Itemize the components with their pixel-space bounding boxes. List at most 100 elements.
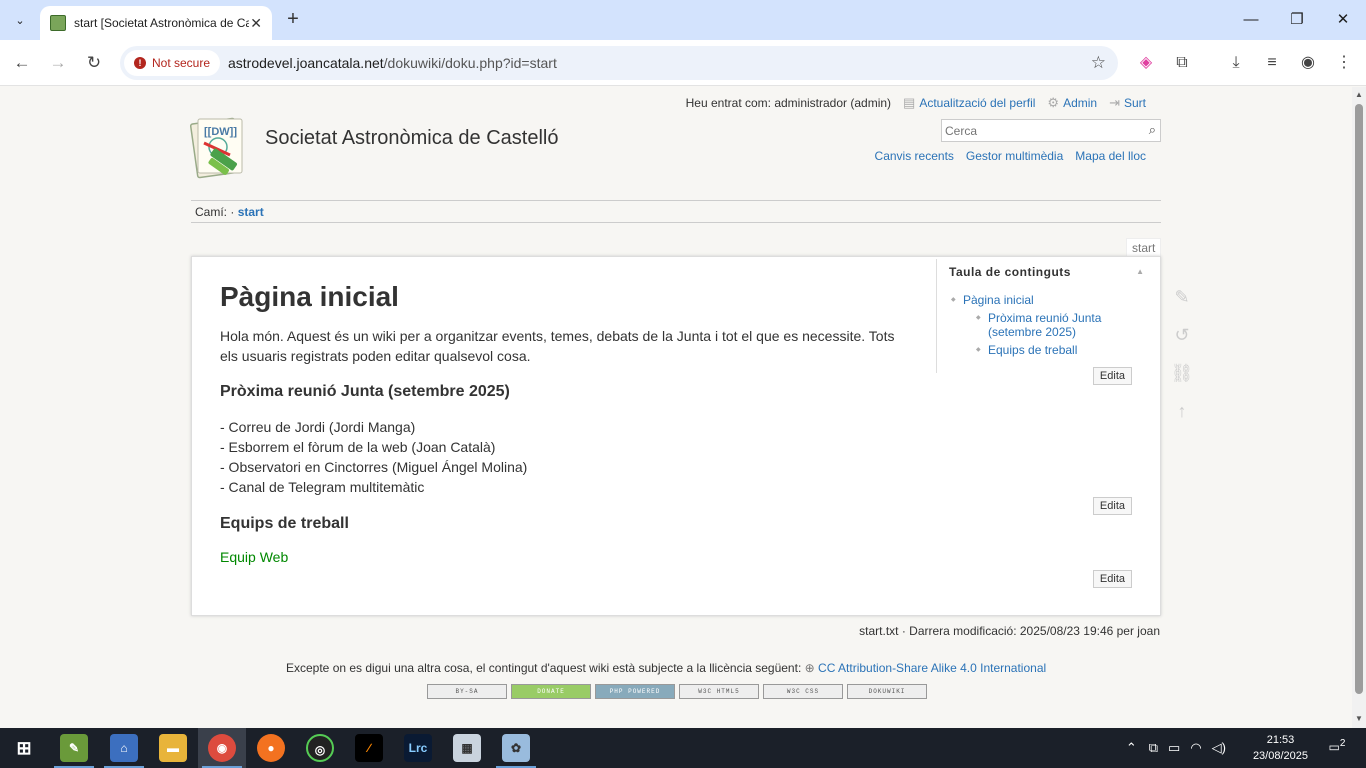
- search-box: ⌕: [941, 119, 1161, 142]
- back-to-top-icon[interactable]: ↑: [1170, 401, 1194, 425]
- footer-badges: BY-SA DONATE PHP POWERED W3C HTML5 W3C C…: [427, 684, 927, 699]
- intro-paragraph: Hola món. Aquest és un wiki per a organi…: [220, 328, 895, 364]
- paint-icon[interactable]: ✿: [502, 734, 530, 762]
- forward-button[interactable]: →: [46, 51, 70, 75]
- sitemap-link[interactable]: Mapa del lloc: [1075, 149, 1146, 163]
- page-viewport: Heu entrat com: administrador (admin) ▤ A…: [0, 87, 1352, 728]
- image-viewer-icon[interactable]: ▦: [453, 734, 481, 762]
- scroll-up-icon[interactable]: ▲: [1355, 90, 1363, 99]
- menu-kebab-icon[interactable]: ⋮: [1332, 51, 1356, 75]
- page-tools: ✎ ↺ ⛓ ↑: [1170, 287, 1194, 439]
- scroll-down-icon[interactable]: ▼: [1355, 714, 1363, 723]
- not-secure-chip[interactable]: ! Not secure: [124, 50, 221, 76]
- php-badge[interactable]: PHP POWERED: [595, 684, 675, 699]
- chrome-icon[interactable]: ◉: [208, 734, 236, 762]
- toc-item[interactable]: Pròxima reunió Junta (setembre 2025): [976, 311, 1116, 339]
- notification-center-icon[interactable]: ▭2: [1326, 738, 1348, 758]
- breadcrumb-current-link[interactable]: start: [238, 205, 264, 219]
- site-tools: Canvis recents Gestor multimèdia Mapa de…: [875, 149, 1146, 163]
- history-icon[interactable]: ↺: [1170, 325, 1194, 349]
- list-item: - Correu de Jordi (Jordi Manga): [220, 419, 416, 435]
- url-text[interactable]: astrodevel.joancatala.net/dokuwiki/doku.…: [228, 55, 557, 71]
- system-clock[interactable]: 21:53 23/08/2025: [1253, 732, 1308, 764]
- firefox-icon[interactable]: ●: [257, 734, 285, 762]
- close-window-button[interactable]: ✕: [1328, 8, 1358, 32]
- app-icon[interactable]: ∕: [355, 734, 383, 762]
- site-title[interactable]: Societat Astronòmica de Castelló: [265, 127, 559, 150]
- breadcrumb-separator: ·: [230, 205, 235, 219]
- logout-link[interactable]: ⇥ Surt: [1109, 95, 1146, 111]
- media-control-icon[interactable]: ≡: [1260, 51, 1284, 75]
- extension-icon[interactable]: ◈: [1134, 51, 1158, 75]
- table-of-contents: Taula de continguts ▲ Pàgina inicial Prò…: [936, 259, 1160, 373]
- css-badge[interactable]: W3C CSS: [763, 684, 843, 699]
- address-bar[interactable]: ! Not secure astrodevel.joancatala.net/d…: [120, 46, 1118, 80]
- list-item: - Esborrem el fòrum de la web (Joan Cata…: [220, 439, 496, 455]
- dokuwiki-logo[interactable]: [[DW]]: [189, 115, 254, 181]
- profile-icon[interactable]: ◉: [1296, 51, 1320, 75]
- tab-search-button[interactable]: ⌄: [8, 8, 32, 32]
- media-manager-link[interactable]: Gestor multimèdia: [966, 149, 1063, 163]
- url-host: astrodevel.joancatala.net: [228, 55, 384, 71]
- link-icon[interactable]: ⛓: [1170, 363, 1194, 387]
- browser-tab[interactable]: start [Societat Astronòmica de Castelló]…: [40, 6, 272, 40]
- volume-icon[interactable]: ◁): [1212, 740, 1226, 756]
- tray-chevron-icon[interactable]: ⌃: [1126, 740, 1137, 756]
- meet-now-icon[interactable]: ⧉: [1149, 740, 1158, 756]
- page-content: Pàgina inicial Hola món. Aquest és un wi…: [191, 256, 1161, 616]
- breadcrumb: Camí: · start: [191, 200, 1161, 223]
- edit-section-button[interactable]: Edita: [1092, 570, 1132, 588]
- search-input[interactable]: [942, 120, 1132, 141]
- extensions-puzzle-icon[interactable]: ⧉: [1170, 51, 1194, 75]
- clock-time: 21:53: [1266, 734, 1295, 746]
- wifi-icon[interactable]: ◠: [1190, 740, 1201, 756]
- dokuwiki-badge[interactable]: DOKUWIKI: [847, 684, 927, 699]
- clock-date: 23/08/2025: [1252, 750, 1308, 762]
- edit-section-button[interactable]: Edita: [1092, 497, 1132, 515]
- toc-item[interactable]: Equips de treball: [976, 343, 1116, 357]
- edit-section-button[interactable]: Edita: [1092, 367, 1132, 385]
- bookmark-star-icon[interactable]: ☆: [1091, 53, 1106, 73]
- lightroom-icon[interactable]: Lrc: [404, 734, 432, 762]
- toc-heading[interactable]: Taula de continguts: [949, 265, 1071, 279]
- battery-icon[interactable]: ▭: [1168, 740, 1180, 756]
- page-title: Pàgina inicial: [220, 281, 399, 312]
- html5-badge[interactable]: W3C HTML5: [679, 684, 759, 699]
- restore-button[interactable]: ❐: [1282, 8, 1312, 32]
- equip-web-link[interactable]: Equip Web: [220, 549, 288, 565]
- windows-start-icon[interactable]: ⊞: [10, 734, 38, 762]
- donate-badge[interactable]: DONATE: [511, 684, 591, 699]
- minimize-button[interactable]: —: [1236, 8, 1266, 32]
- scrollbar-thumb[interactable]: [1355, 104, 1363, 694]
- logged-in-text: Heu entrat com: administrador (admin): [685, 96, 892, 110]
- stellarium-icon[interactable]: ◎: [306, 734, 334, 762]
- license-link[interactable]: CC Attribution-Share Alike 4.0 Internati…: [818, 661, 1046, 675]
- file-explorer-icon[interactable]: ▬: [159, 734, 187, 762]
- toc-item[interactable]: Pàgina inicial: [951, 293, 1116, 307]
- back-button[interactable]: ←: [10, 51, 34, 75]
- network-app-icon[interactable]: ⌂: [110, 734, 138, 762]
- admin-link[interactable]: ⚙ Admin: [1047, 95, 1097, 111]
- downloads-icon[interactable]: ⤓: [1224, 51, 1248, 75]
- profile-link[interactable]: ▤ Actualització del perfil: [903, 95, 1035, 111]
- system-tray: ⌃ ⧉ ▭ ◠ ◁): [1126, 728, 1226, 768]
- new-tab-button[interactable]: +: [282, 8, 304, 32]
- meeting-list: - Correu de Jordi (Jordi Manga) - Esborr…: [220, 417, 527, 497]
- notepad-app-icon[interactable]: ✎: [60, 734, 88, 762]
- globe-icon: ⊕: [804, 661, 815, 675]
- reload-button[interactable]: ↻: [82, 51, 106, 75]
- toc-collapse-icon[interactable]: ▲: [1136, 267, 1144, 276]
- logo-image: [[DW]]: [189, 117, 243, 179]
- warning-icon: !: [134, 57, 146, 69]
- not-secure-label: Not secure: [152, 56, 211, 70]
- pencil-icon[interactable]: ✎: [1170, 287, 1194, 311]
- recent-changes-link[interactable]: Canvis recents: [875, 149, 954, 163]
- breadcrumb-label: Camí:: [195, 205, 228, 219]
- page-scrollbar[interactable]: ▲ ▼: [1352, 87, 1366, 728]
- profile-card-icon: ▤: [903, 95, 916, 110]
- cc-badge[interactable]: BY-SA: [427, 684, 507, 699]
- profile-link-label: Actualització del perfil: [919, 96, 1036, 110]
- tab-close-icon[interactable]: ✕: [250, 15, 262, 32]
- search-icon[interactable]: ⌕: [1149, 122, 1156, 138]
- svg-text:[[DW]]: [[DW]]: [204, 126, 237, 138]
